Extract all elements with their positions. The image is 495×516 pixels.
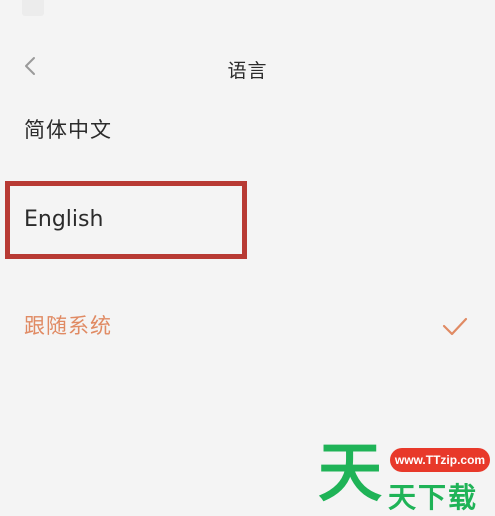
- checkmark-icon: [442, 317, 468, 336]
- language-option-label: 简体中文: [24, 118, 112, 142]
- watermark-big-char: 天: [318, 437, 382, 511]
- language-option-follow-system[interactable]: 跟随系统: [0, 298, 495, 354]
- language-option-label: 跟随系统: [24, 314, 112, 338]
- watermark-url-badge: www.TTzip.com: [390, 448, 490, 472]
- top-nav-bar: 语言: [0, 40, 495, 94]
- page-title: 语言: [227, 60, 268, 82]
- language-option-label: English: [24, 207, 104, 232]
- language-option-simplified-chinese[interactable]: 简体中文: [0, 102, 495, 158]
- watermark-logo: 天 www.TTzip.com 天下载: [318, 437, 495, 516]
- watermark-text: 天下载: [388, 481, 479, 514]
- status-bar-fragment: [22, 0, 44, 16]
- language-option-english[interactable]: English: [0, 192, 495, 248]
